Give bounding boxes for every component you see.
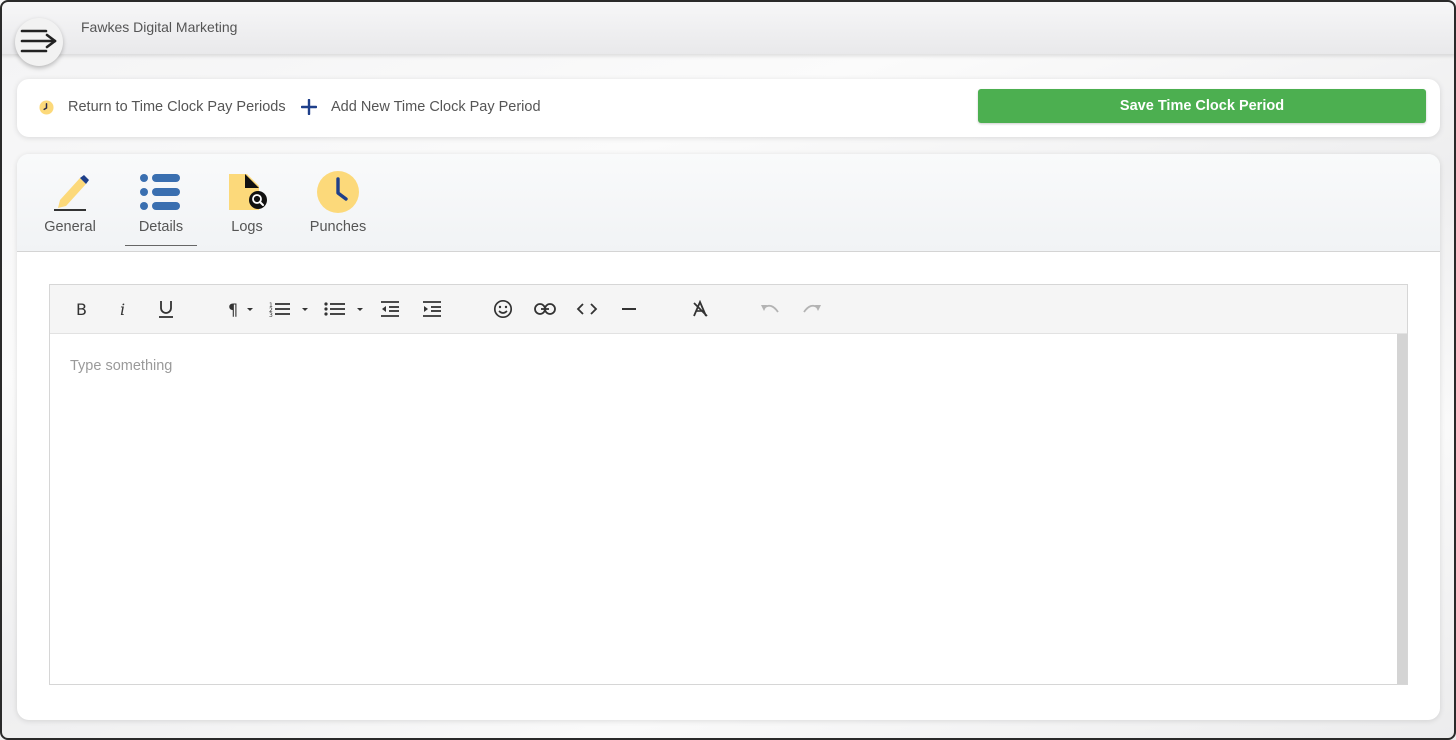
pencil-icon [54, 175, 89, 211]
menu-arrow-icon [20, 29, 57, 53]
return-link-label: Return to Time Clock Pay Periods [68, 99, 286, 115]
svg-text:i: i [120, 300, 125, 318]
tab-details[interactable]: Details [125, 170, 197, 246]
tab-punches-label: Punches [309, 219, 367, 235]
clock-icon [317, 171, 359, 213]
svg-text:¶: ¶ [228, 300, 238, 318]
horizontal-rule-button[interactable] [617, 297, 641, 321]
undo-button[interactable] [758, 297, 782, 321]
tab-general[interactable]: General [42, 170, 98, 244]
list-icon [140, 174, 180, 210]
tab-punches[interactable]: Punches [307, 170, 369, 244]
tab-logs-label: Logs [231, 219, 263, 235]
tab-details-label: Details [138, 219, 184, 235]
italic-icon: i [120, 300, 125, 318]
bold-icon: B [76, 300, 87, 318]
bold-button[interactable]: B [70, 297, 94, 321]
unordered-list-icon [324, 302, 363, 316]
undo-icon [761, 304, 779, 313]
editor-content-area[interactable]: Type something [50, 334, 1397, 684]
redo-icon [803, 304, 821, 313]
clock-icon [39, 99, 54, 115]
paragraph-icon: ¶ [228, 300, 253, 318]
svg-text:3: 3 [269, 312, 273, 318]
save-button[interactable]: Save Time Clock Period [978, 89, 1426, 123]
add-period-link[interactable]: Add New Time Clock Pay Period [301, 99, 541, 115]
return-link[interactable]: Return to Time Clock Pay Periods [39, 99, 286, 115]
tab-logs[interactable]: Logs [224, 170, 270, 244]
menu-button[interactable] [15, 18, 63, 66]
ordered-list-icon: 1 2 3 [269, 302, 308, 318]
link-icon [534, 303, 556, 315]
actions-card: Return to Time Clock Pay Periods Add New… [17, 79, 1440, 137]
tab-general-label: General [44, 219, 96, 235]
clear-format-button[interactable] [688, 297, 712, 321]
redo-button[interactable] [800, 297, 824, 321]
unordered-list-dropdown[interactable] [323, 297, 367, 321]
code-icon [576, 303, 598, 315]
outdent-icon [381, 301, 399, 317]
editor-scrollbar[interactable] [1397, 334, 1407, 684]
emoji-icon [493, 299, 513, 319]
clear-format-icon [693, 300, 708, 317]
ordered-list-dropdown[interactable]: 1 2 3 [268, 297, 312, 321]
link-button[interactable] [533, 297, 557, 321]
emoji-button[interactable] [491, 297, 515, 321]
company-name: Fawkes Digital Marketing [81, 19, 238, 35]
code-button[interactable] [575, 297, 599, 321]
indent-icon [423, 301, 441, 317]
italic-button[interactable]: i [112, 297, 136, 321]
rich-text-editor: B i ¶ 1 2 3 Type something [49, 284, 1408, 685]
file-search-icon [229, 174, 267, 210]
paragraph-dropdown[interactable]: ¶ [224, 297, 258, 321]
tab-bar: General Details Logs Punches [17, 154, 1440, 252]
editor-toolbar: B i ¶ 1 2 3 [50, 285, 1407, 334]
top-bar: Fawkes Digital Marketing [0, 0, 1456, 54]
plus-icon [301, 99, 317, 115]
editor-placeholder: Type something [70, 358, 173, 374]
underline-button[interactable] [154, 297, 178, 321]
underline-icon [159, 301, 173, 318]
add-period-label: Add New Time Clock Pay Period [331, 99, 541, 115]
outdent-button[interactable] [378, 297, 402, 321]
details-card: General Details Logs Punches B i ¶ 1 2 3… [17, 154, 1440, 720]
horizontal-rule-icon [622, 308, 636, 310]
svg-text:B: B [76, 300, 87, 318]
indent-button[interactable] [420, 297, 444, 321]
